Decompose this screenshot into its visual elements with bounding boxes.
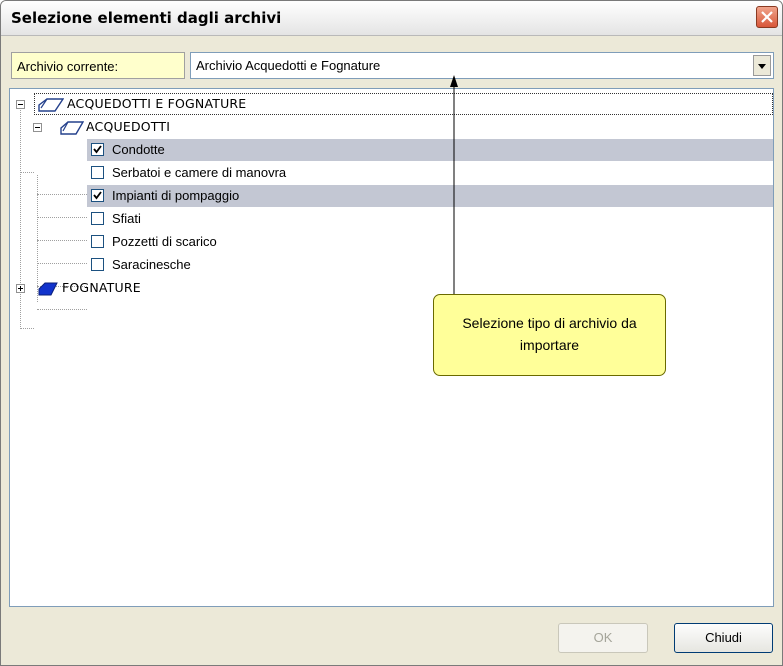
collapse-acquedotti-toggle[interactable]	[33, 123, 42, 132]
tree-node-root[interactable]: ACQUEDOTTI E FOGNATURE	[34, 93, 773, 115]
tree-node-label: ACQUEDOTTI E FOGNATURE	[67, 96, 247, 111]
current-archive-label-box: Archivio corrente:	[11, 52, 185, 79]
collapse-root-toggle[interactable]	[16, 100, 25, 109]
tree-item-saracinesche[interactable]: Saracinesche	[87, 254, 387, 276]
callout-tooltip: Selezione tipo di archivio da importare	[433, 294, 666, 376]
archive-book-filled-icon	[38, 281, 58, 303]
checkbox-serbatoi[interactable]	[91, 166, 104, 179]
tree-item-sfiati[interactable]: Sfiati	[87, 208, 387, 230]
tree-item-label: Serbatoi e camere di manovra	[112, 165, 287, 180]
tree-node-label: ACQUEDOTTI	[86, 119, 171, 134]
ok-button[interactable]: OK	[558, 623, 648, 653]
tree-item-pozzetti[interactable]: Pozzetti di scarico	[87, 231, 387, 253]
window-title: Selezione elementi dagli archivi	[11, 9, 282, 27]
checkbox-impianti-pompaggio[interactable]	[91, 189, 104, 202]
tree-item-label: Condotte	[112, 142, 165, 157]
tree-item-impianti-pompaggio[interactable]: Impianti di pompaggio	[87, 185, 773, 207]
archive-select[interactable]: Archivio Acquedotti e Fognature	[190, 52, 774, 79]
close-window-button[interactable]	[756, 6, 778, 28]
checkbox-pozzetti[interactable]	[91, 235, 104, 248]
tree-item-condotte[interactable]: Condotte	[87, 139, 773, 161]
title-bar[interactable]: Selezione elementi dagli archivi	[1, 1, 782, 36]
close-button[interactable]: Chiudi	[674, 623, 773, 653]
tree-item-label: Saracinesche	[112, 257, 191, 272]
checkbox-saracinesche[interactable]	[91, 258, 104, 271]
checkbox-sfiati[interactable]	[91, 212, 104, 225]
tree-node-fognature[interactable]: FOGNATURE	[34, 277, 334, 299]
tree-item-label: Sfiati	[112, 211, 141, 226]
checkbox-condotte[interactable]	[91, 143, 104, 156]
callout-text: Selezione tipo di archivio da importare	[462, 315, 637, 353]
tree-item-label: Impianti di pompaggio	[112, 188, 240, 203]
archive-dropdown-button[interactable]	[753, 55, 771, 76]
tree-node-acquedotti[interactable]: ACQUEDOTTI	[54, 116, 354, 138]
dialog-window: Selezione elementi dagli archivi Archivi…	[0, 0, 783, 666]
dialog-client-area: Archivio corrente: Archivio Acquedotti e…	[7, 37, 778, 663]
archive-select-value: Archivio Acquedotti e Fognature	[196, 58, 381, 73]
tree-item-serbatoi[interactable]: Serbatoi e camere di manovra	[87, 162, 387, 184]
tree-item-label: Pozzetti di scarico	[112, 234, 217, 249]
archive-book-icon	[60, 120, 85, 142]
callout-pointer-arrow	[449, 75, 459, 300]
expand-fognature-toggle[interactable]	[16, 284, 25, 293]
current-archive-label: Archivio corrente:	[17, 59, 119, 74]
tree-node-label: FOGNATURE	[62, 280, 141, 295]
